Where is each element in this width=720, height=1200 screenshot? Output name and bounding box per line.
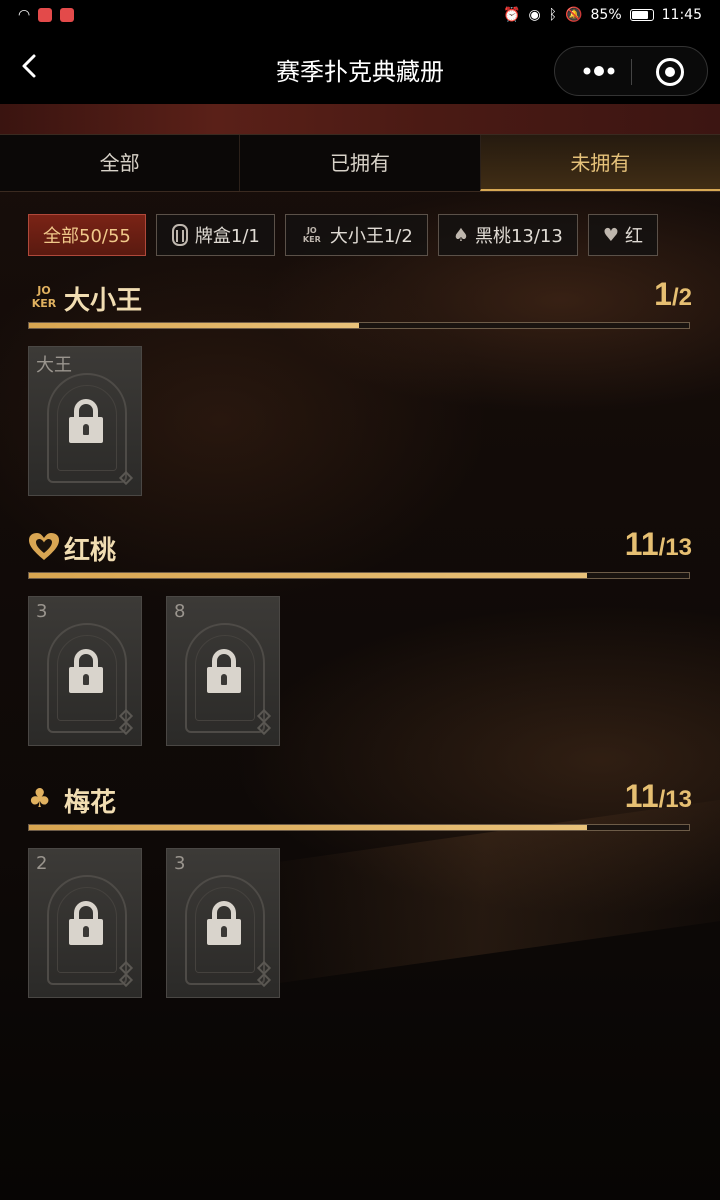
section-header: JO KER 大小王 1/2 [28,276,692,320]
mini-program-capsule [554,46,708,96]
section-title: 大小王 [64,286,143,316]
lock-icon [69,649,103,695]
spade-icon: ♠ [452,224,469,246]
tab-all[interactable]: 全部 [0,135,239,191]
clock: 11:45 [661,7,702,23]
filter-card-box[interactable]: 牌盒1/1 [155,214,275,256]
section-progress-bar [28,322,690,329]
card-box-icon [171,224,188,246]
section-title: 红桃 [64,536,117,566]
more-button[interactable] [573,53,625,89]
tab-not-owned[interactable]: 未拥有 [479,135,720,191]
card-rank: 大王 [36,355,72,376]
filter-heart-label: 红 [624,226,643,247]
locked-card[interactable]: 3 [166,848,280,998]
section-clubs: ♣ 梅花 11/13 2 3 [28,778,692,998]
locked-card[interactable]: 3 [28,596,142,746]
card-rank: 3 [174,853,186,874]
locked-card[interactable]: 2 [28,848,142,998]
section-progress-bar [28,824,690,831]
filter-joker[interactable]: JO KER 大小王1/2 [284,214,428,256]
filter-card-box-label: 牌盒1/1 [194,226,260,247]
app-notification-icon-2 [60,8,75,22]
battery-icon [629,9,654,21]
header-banner [0,104,720,134]
card-rank: 8 [174,601,186,622]
tab-owned[interactable]: 已拥有 [239,135,479,191]
section-title: 梅花 [64,788,117,818]
card-rank: 2 [36,853,48,874]
title-bar: 赛季扑克典藏册 [0,30,720,104]
mute-icon: 🔕 [565,7,583,23]
progress-fill [29,573,588,578]
section-hearts: 红桃 11/13 3 8 [28,526,692,746]
filter-spade[interactable]: ♠ 黑桃13/13 [437,214,578,256]
eye-icon: ◉ [528,7,541,23]
lock-icon [69,901,103,947]
lock-icon [207,901,241,947]
close-mini-program-button[interactable] [656,58,684,86]
more-dots-icon [583,66,615,76]
section-jokers: JO KER 大小王 1/2 大王 [28,276,692,496]
filter-heart[interactable]: ♥ 红 [587,214,658,256]
heart-icon: ♥ [602,224,619,246]
filter-spade-label: 黑桃13/13 [474,226,563,247]
card-rank: 3 [36,601,48,622]
battery-percent: 85% [590,7,622,23]
category-filter-bar: 全部50/55 牌盒1/1 JO KER 大小王1/2 ♠ 黑桃13/13 ♥ 红 [28,214,720,258]
heart-icon [29,533,59,560]
alarm-icon: ⏰ [503,7,521,23]
capsule-divider [631,59,632,85]
progress-fill [29,323,359,328]
ownership-tabs: 全部 已拥有 未拥有 [0,134,720,192]
section-count: 1/2 [654,276,692,312]
lock-icon [207,649,241,695]
card-list: 2 3 [28,848,280,998]
wifi-icon: ◠ [18,7,31,23]
filter-all-label: 全部50/55 [43,226,131,247]
section-count: 11/13 [624,526,692,562]
lock-icon [69,399,103,445]
progress-fill [29,825,588,830]
bluetooth-icon: ᛒ [548,7,558,23]
card-list: 3 8 [28,596,280,746]
section-header: ♣ 梅花 11/13 [28,778,692,822]
status-bar: ◠ ⏰ ◉ ᛒ 🔕 85% 11:45 [0,0,720,30]
card-list: 大王 [28,346,142,496]
section-count: 11/13 [624,778,692,814]
joker-icon: JO KER [302,226,321,244]
club-icon: ♣ [28,784,52,814]
filter-joker-label: 大小王1/2 [329,226,413,247]
joker-icon: JO KER [31,284,57,310]
section-progress-bar [28,572,690,579]
section-header: 红桃 11/13 [28,526,692,570]
locked-card[interactable]: 8 [166,596,280,746]
app-notification-icon [38,8,53,22]
filter-all[interactable]: 全部50/55 [28,214,146,256]
locked-card[interactable]: 大王 [28,346,142,496]
